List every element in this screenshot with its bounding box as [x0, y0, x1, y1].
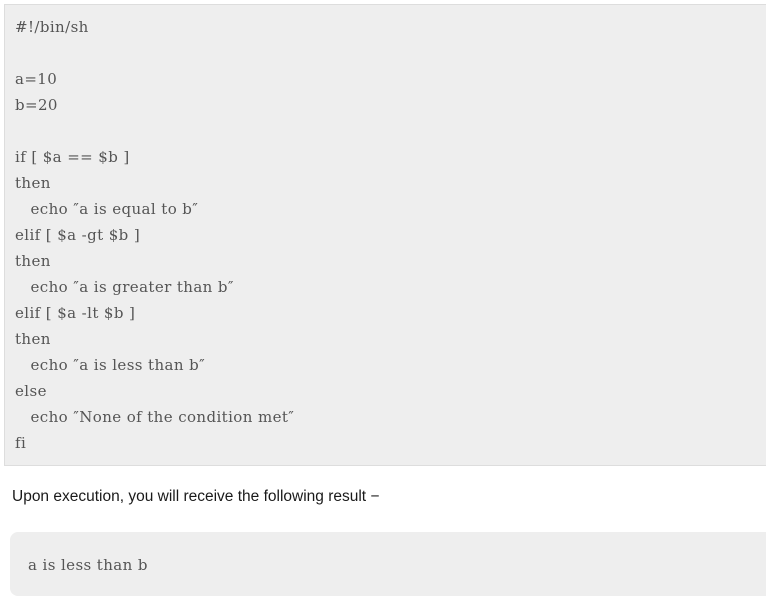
- execution-result-caption: Upon execution, you will receive the fol…: [12, 488, 380, 505]
- shell-script-source-text: #!/bin/sh a=10 b=20 if [ $a == $b ] then…: [15, 18, 295, 452]
- tutorial-content-page: #!/bin/sh a=10 b=20 if [ $a == $b ] then…: [0, 0, 766, 596]
- shell-script-code-block: #!/bin/sh a=10 b=20 if [ $a == $b ] then…: [4, 4, 766, 466]
- script-output-block: a is less than b: [10, 532, 766, 596]
- script-output-text: a is less than b: [28, 556, 148, 574]
